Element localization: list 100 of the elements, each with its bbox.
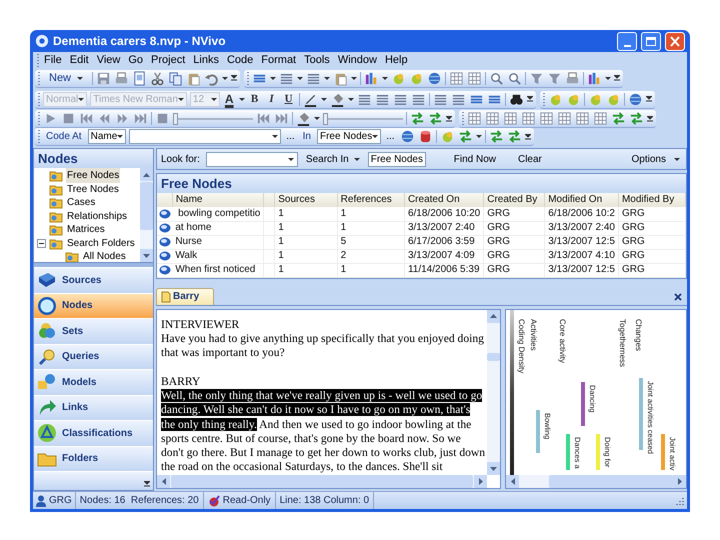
grid-icon[interactable] [593, 111, 608, 126]
in-dropdown[interactable]: Free Nodes [316, 129, 382, 144]
arrows-icon[interactable] [488, 129, 504, 144]
arrows-icon[interactable] [410, 111, 425, 126]
paint-bucket-icon[interactable] [296, 111, 311, 126]
grid-icon[interactable] [467, 70, 482, 86]
column-header[interactable]: References [337, 193, 404, 207]
scroll-right-button[interactable] [673, 475, 686, 488]
menu-item[interactable]: Links [190, 52, 222, 68]
menu-item[interactable]: Code [224, 52, 256, 68]
caret-icon[interactable] [348, 98, 354, 100]
overflow-chevron-icon[interactable] [614, 75, 620, 81]
grid-icon[interactable] [557, 111, 572, 126]
grid-icon[interactable] [467, 111, 482, 126]
skip-back-icon[interactable] [79, 111, 94, 126]
caret-icon[interactable] [351, 76, 358, 80]
printer-icon[interactable] [565, 70, 580, 86]
browse-button[interactable]: ... [284, 129, 297, 144]
globe-icon[interactable] [628, 92, 643, 106]
caret-icon[interactable] [270, 76, 276, 80]
tree-item[interactable]: Cases [66, 195, 96, 210]
find-now-button[interactable]: Find Now [452, 152, 498, 166]
tree-item[interactable]: Search Folders [66, 236, 136, 251]
scroll-left-button[interactable] [157, 475, 170, 488]
caret-icon[interactable] [674, 158, 680, 160]
navigation-button[interactable]: Sources [34, 267, 153, 292]
tree-item[interactable]: Free Nodes [66, 168, 120, 184]
menu-item[interactable]: Window [334, 52, 380, 68]
skip-back-icon[interactable] [256, 111, 271, 126]
skip-forward-icon[interactable] [274, 111, 289, 126]
caret-icon[interactable] [320, 98, 327, 100]
caret-icon[interactable] [354, 158, 360, 160]
navigation-button[interactable]: Classifications [34, 420, 153, 446]
grip-icon[interactable] [247, 70, 250, 86]
tree-item[interactable]: All Nodes [82, 249, 127, 262]
column-header[interactable]: Modified By [618, 193, 686, 207]
vertical-scrollbar[interactable] [140, 168, 153, 262]
options-button[interactable]: Options [630, 152, 682, 166]
arrows-icon[interactable] [611, 111, 626, 126]
horizontal-scrollbar[interactable] [506, 475, 686, 488]
caret-icon[interactable] [288, 158, 294, 160]
minimize-button[interactable] [617, 32, 637, 50]
scroll-thumb[interactable] [487, 352, 500, 360]
caret-icon[interactable] [382, 76, 388, 80]
document-tab[interactable]: Barry [156, 288, 214, 304]
scroll-left-button[interactable] [506, 475, 519, 488]
caret-icon[interactable] [476, 135, 482, 138]
caret-icon[interactable] [372, 135, 378, 138]
tree-item[interactable]: Tree Nodes [66, 182, 120, 197]
close-icon[interactable] [673, 292, 683, 302]
maximize-button[interactable] [641, 32, 661, 50]
format-button[interactable]: U [282, 90, 296, 108]
overflow-chevron-icon[interactable] [446, 116, 452, 122]
page-icon[interactable] [132, 70, 148, 86]
look-for-field[interactable] [206, 152, 298, 166]
grip-icon[interactable] [542, 92, 545, 106]
rewind-icon[interactable] [97, 111, 112, 126]
browse-button[interactable]: ... [384, 129, 397, 144]
column-header[interactable]: Modified On [544, 193, 618, 207]
caret-icon[interactable] [297, 76, 304, 80]
magnifier-icon[interactable] [489, 70, 504, 86]
grid-icon[interactable] [485, 111, 500, 126]
caret-icon[interactable] [238, 98, 245, 100]
grid-icon[interactable] [575, 111, 590, 126]
caret-icon[interactable] [77, 76, 84, 80]
caret-icon[interactable] [314, 117, 320, 120]
scissors-icon[interactable] [150, 70, 166, 86]
overflow-chevron-icon[interactable] [646, 96, 652, 102]
scroll-down-button[interactable] [487, 462, 500, 475]
menu-item[interactable]: Help [382, 52, 411, 68]
collapse-toggle-icon[interactable] [37, 238, 46, 248]
caret-icon[interactable] [117, 135, 124, 138]
menu-item[interactable]: View [94, 52, 124, 68]
copy-icon[interactable] [168, 70, 184, 86]
slider[interactable] [173, 112, 253, 124]
search-in-button[interactable]: Search In [304, 152, 362, 166]
caret-icon[interactable] [272, 135, 278, 138]
grid-icon[interactable] [539, 111, 554, 126]
scroll-down-button[interactable] [140, 249, 153, 262]
overflow-chevron-icon[interactable] [526, 96, 533, 102]
new-button[interactable]: New [43, 70, 90, 86]
magnifier-icon[interactable] [507, 70, 522, 86]
slider[interactable] [323, 112, 403, 124]
navigation-button[interactable]: Models [34, 369, 153, 394]
tree-item[interactable]: Matrices [66, 222, 106, 238]
overflow-chevron-icon[interactable] [524, 134, 531, 140]
grid-icon[interactable] [503, 111, 518, 126]
paint-bucket-icon[interactable] [330, 92, 345, 106]
skip-forward-icon[interactable] [133, 111, 148, 126]
stop-icon[interactable] [61, 111, 76, 126]
grid-icon[interactable] [521, 111, 536, 126]
scroll-thumb[interactable] [140, 182, 153, 230]
navigation-button[interactable]: Sets [34, 318, 153, 344]
scroll-thumb[interactable] [549, 475, 673, 488]
format-button[interactable]: B [248, 90, 262, 108]
node-dropdown[interactable] [129, 129, 282, 144]
search-in-field[interactable]: Free Nodes [368, 152, 426, 166]
column-header[interactable]: Created On [404, 193, 484, 207]
printer-icon[interactable] [114, 70, 130, 86]
globe-icon[interactable] [400, 129, 415, 144]
